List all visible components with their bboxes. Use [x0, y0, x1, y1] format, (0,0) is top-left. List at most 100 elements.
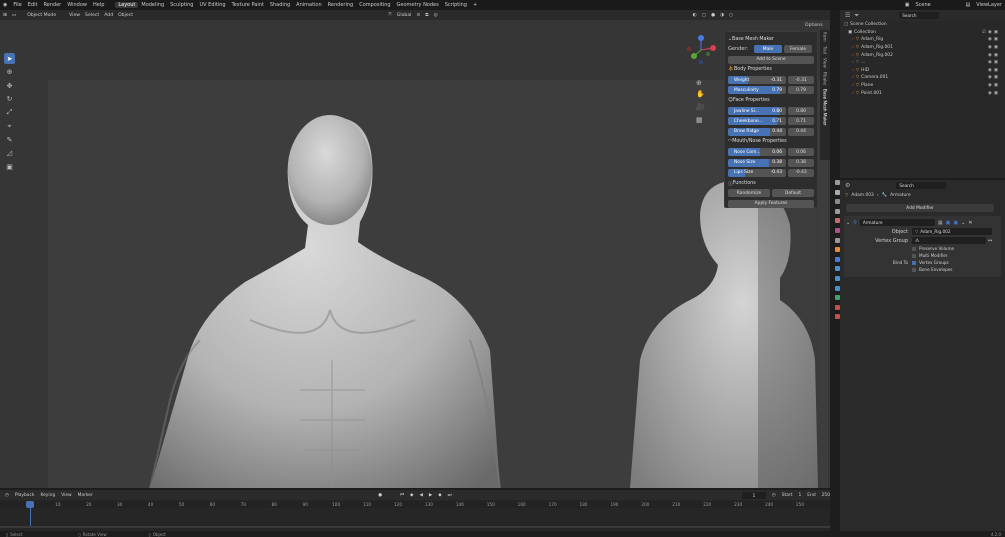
timeline-editor-icon[interactable]: ◷ [5, 493, 9, 498]
default-button[interactable]: Default [772, 189, 814, 198]
tab-scripting[interactable]: Scripting [442, 2, 470, 8]
vertex-groups-checkbox[interactable] [912, 260, 916, 265]
transform-orientation-dropdown[interactable]: Global [397, 13, 412, 18]
expand-icon[interactable]: › [852, 37, 854, 42]
tab-shading[interactable]: Shading [267, 2, 293, 8]
outliner-item[interactable]: › ▽ Adam_Rig.002 ◉▣ [840, 51, 1005, 59]
tab-view[interactable]: View [823, 58, 828, 68]
start-field[interactable]: 1 [798, 493, 801, 498]
expand-icon[interactable]: › [852, 91, 854, 96]
snap-icon[interactable]: ⧉ [425, 12, 428, 18]
clock-icon[interactable]: ◷ [772, 493, 776, 498]
expand-icon[interactable]: › [852, 60, 854, 65]
play-icon[interactable]: ▶ [429, 493, 432, 498]
expand-icon[interactable]: › [852, 53, 854, 58]
collapse-modifier-icon[interactable]: ⌄ [846, 220, 850, 226]
edit-mode-toggle-icon[interactable]: ▦ [938, 220, 943, 226]
apply-features-button[interactable]: Apply Features [728, 199, 814, 208]
outliner-editor-icon[interactable]: ☰ [845, 12, 850, 19]
menu-edit[interactable]: Edit [25, 2, 41, 8]
outliner-item[interactable]: › ▽... ◉▣ [840, 59, 1005, 67]
tab-tool[interactable]: Tool [823, 46, 828, 54]
expand-icon[interactable]: › [852, 45, 854, 50]
vertex-group-field[interactable]: ⁂ [912, 237, 986, 244]
3d-viewport[interactable]: ➤ ⊕ ✥ ↻ ⤢ ⌖ ✎ ◿ ▣ ⊕ ✋ 🎥 ▦ Options [0, 20, 830, 488]
face-property-value-field[interactable]: 0.71 [788, 117, 814, 126]
transform-orientation-icon[interactable]: ⤧ [388, 12, 392, 18]
outliner-item[interactable]: › ▽ Camera.001 ◉▣ [840, 74, 1005, 82]
current-frame-field[interactable]: 1 [742, 491, 766, 499]
playhead[interactable] [26, 501, 34, 508]
timeline-menu-playback[interactable]: Playback [15, 493, 35, 498]
overlay-icon[interactable]: ◐ [693, 13, 697, 18]
mouth-property-value-field[interactable]: -0.43 [788, 168, 814, 177]
collection-row[interactable]: ▣ Collection ☑◉▣ [840, 29, 1005, 37]
shading-render-icon[interactable]: ○ [729, 13, 733, 18]
tab-modeling[interactable]: Modeling [138, 2, 167, 8]
tab-compositing[interactable]: Compositing [356, 2, 393, 8]
outliner-item[interactable]: › ▽ HID ◉▣ [840, 67, 1005, 75]
face-property-value-field[interactable]: 0.80 [788, 107, 814, 116]
tab-texture-paint[interactable]: Texture Paint [229, 2, 267, 8]
visibility-icon[interactable]: ◉▣ [988, 37, 1000, 42]
measure-icon[interactable]: ◿ [4, 148, 15, 159]
visibility-icon[interactable]: ◉▣ [988, 53, 1000, 58]
timeline-menu-view[interactable]: View [61, 493, 71, 498]
mouth-property-slider[interactable]: Nose Size 0.38 [728, 158, 786, 167]
expand-icon[interactable]: › [852, 83, 854, 88]
tab-sculpting[interactable]: Sculpting [167, 2, 196, 8]
randomize-button[interactable]: Randomize [728, 189, 770, 198]
body-property-slider[interactable]: Masculinity 0.79 [728, 86, 786, 95]
tab-rbake[interactable]: Rbake [823, 72, 828, 85]
visibility-icon[interactable]: ◉▣ [988, 75, 1000, 80]
record-icon[interactable]: ● [378, 493, 382, 498]
scene-collection-row[interactable]: ▢ Scene Collection [840, 21, 1005, 29]
next-key-icon[interactable]: ◆ [438, 493, 441, 498]
visibility-icon[interactable]: ☑◉▣ [982, 30, 1000, 35]
multi-modifier-checkbox[interactable] [912, 253, 916, 258]
viewport-menu-add[interactable]: Add [104, 13, 113, 18]
male-button[interactable]: Male [754, 45, 782, 54]
proportional-edit-icon[interactable]: ◎ [434, 13, 438, 18]
render-toggle-icon[interactable]: ▣ [953, 220, 958, 226]
bone-envelopes-checkbox[interactable] [912, 267, 916, 272]
modifier-dropdown-icon[interactable]: ⌄ [961, 220, 965, 226]
play-reverse-icon[interactable]: ◀ [419, 493, 422, 498]
add-workspace-icon[interactable]: + [470, 2, 480, 8]
select-mode-icon[interactable]: ▭ [12, 13, 16, 18]
body-property-slider[interactable]: Weight -0.31 [728, 76, 786, 85]
select-box-icon[interactable]: ➤ [4, 53, 15, 64]
view-layer-icon[interactable]: ▤ [962, 2, 973, 8]
timeline-scrollbar[interactable] [0, 526, 830, 528]
visibility-icon[interactable]: ◉▣ [988, 45, 1000, 50]
properties-editor-icon[interactable]: ⚙ [845, 182, 850, 189]
expand-icon[interactable]: › [852, 68, 854, 73]
viewport-menu-object[interactable]: Object [118, 13, 133, 18]
visibility-icon[interactable]: ◉▣ [988, 83, 1000, 88]
invert-icon[interactable]: ↔ [988, 238, 992, 244]
tab-uv-editing[interactable]: UV Editing [196, 2, 228, 8]
jump-start-icon[interactable]: ⏮ [400, 492, 404, 498]
mouth-property-slider[interactable]: Nose Com... 0.06 [728, 148, 786, 157]
rotate-icon[interactable]: ↻ [4, 94, 15, 105]
tab-layout[interactable]: Layout [115, 2, 139, 8]
tab-animation[interactable]: Animation [293, 2, 325, 8]
mouth-property-value-field[interactable]: 0.06 [788, 148, 814, 157]
editor-type-icon[interactable]: ⊞ [3, 13, 7, 18]
cursor-icon[interactable]: ⊕ [4, 67, 15, 78]
scene-icon[interactable]: ▣ [902, 2, 913, 8]
outliner-item[interactable]: › ▽ Adam_Rig.001 ◉▣ [840, 44, 1005, 52]
visibility-icon[interactable]: ◉▣ [988, 91, 1000, 96]
face-property-slider[interactable]: Brow Ridge 0.44 [728, 127, 786, 136]
shading-material-icon[interactable]: ◑ [720, 13, 724, 18]
move-icon[interactable]: ✥ [4, 80, 15, 91]
female-button[interactable]: Female [784, 45, 812, 54]
body-property-value-field[interactable]: -0.31 [788, 76, 814, 85]
viewport-toggle-icon[interactable]: ▣ [946, 220, 951, 226]
tab-item[interactable]: Item [823, 32, 828, 42]
menu-render[interactable]: Render [40, 2, 64, 8]
xray-icon[interactable]: ▢ [702, 13, 706, 18]
timeline-menu-keying[interactable]: Keying [40, 493, 55, 498]
prev-key-icon[interactable]: ◆ [410, 493, 413, 498]
viewport-menu-view[interactable]: View [69, 13, 80, 18]
